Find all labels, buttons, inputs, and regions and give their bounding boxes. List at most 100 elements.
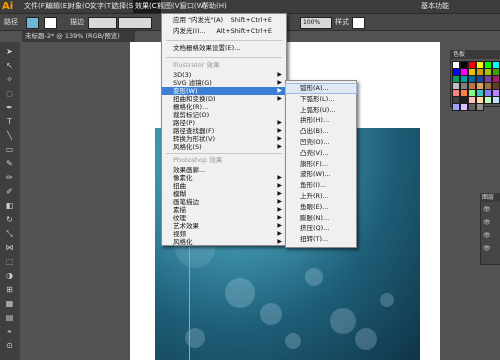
menu-bar: Ai 基本功能 文件(F) 编辑(E) 对象(O) 文字(T) 选择(S) 效果(C) 视图… [0,0,500,14]
menu-item-label: 弧形(A)... [300,84,329,92]
warp-item[interactable]: 旗形(F)... [286,160,356,169]
illustrator-effect-item[interactable]: 风格化(S) ▶ [162,143,286,151]
visibility-eye-icon[interactable]: 👁 [483,231,493,240]
raster-settings-item[interactable]: 文档栅格效果设置(E)... [162,44,286,53]
eraser-tool-icon[interactable]: ◧ [4,200,15,211]
rotate-tool-icon[interactable]: ↻ [4,214,15,225]
warp-item[interactable]: 波形(W)... [286,170,356,179]
fill-swatch[interactable] [26,17,39,29]
illustrator-effects-header: Illustrator 效果 [173,61,220,69]
workspace-switcher[interactable]: 基本功能 [419,0,451,13]
photoshop-effect-item[interactable]: 视频 ▶ [162,230,286,238]
magic-wand-tool-icon[interactable]: ✧ [4,74,15,85]
color-swatch[interactable] [460,103,468,111]
color-swatch[interactable] [468,103,476,111]
eyedropper-tool-icon[interactable]: ⌖ [4,326,15,337]
free-transform-tool-icon[interactable]: ⬚ [4,256,15,267]
warp-item[interactable]: 凸壳(V)... [286,149,356,158]
warp-item[interactable]: 弧形(A)... [285,83,357,94]
warp-item[interactable]: 凹壳(O)... [286,138,356,147]
warp-item[interactable]: 上升(R)... [286,192,356,201]
photoshop-effect-item[interactable]: 扭曲 ▶ [162,182,286,190]
mesh-tool-icon[interactable]: ▦ [4,298,15,309]
swatches-panel-title[interactable]: 色板 [450,50,500,59]
illustrator-effect-item[interactable]: 路径查找器(F) ▶ [162,127,286,135]
warp-item[interactable]: 挤压(Q)... [286,224,356,233]
color-swatch[interactable] [476,103,484,111]
photoshop-effect-item[interactable]: 画笔描边 ▶ [162,198,286,206]
menu-8[interactable]: 帮助(H) [200,0,229,13]
perspective-grid-tool-icon[interactable]: ⊞ [4,284,15,295]
selection-tool-icon[interactable]: ➤ [4,46,15,57]
scale-tool-icon[interactable]: ⤡ [4,228,15,239]
warp-item[interactable]: 膨胀(N)... [286,214,356,223]
illustrator-effect-item[interactable]: 3D(3) ▶ [162,71,286,79]
menu-item-shortcut: Alt+Shift+Ctrl+E [216,27,272,35]
warp-item[interactable]: 扭转(T)... [286,235,356,244]
style-label: 样式 [335,18,349,26]
submenu-arrow-icon: ▶ [277,79,282,86]
blob-brush-tool-icon[interactable]: ✐ [4,186,15,197]
visibility-eye-icon[interactable]: 👁 [483,244,493,253]
document-tab[interactable]: 未标题-2* @ 139% (RGB/预览) [22,31,135,42]
photoshop-effect-item[interactable]: 纹理 ▶ [162,214,286,222]
menu-item-label: 3D(3) [173,71,192,79]
stroke-label: 描边 [70,18,84,26]
lasso-tool-icon[interactable]: ◌ [4,88,15,99]
pencil-tool-icon[interactable]: ✏ [4,172,15,183]
illustrator-effect-item[interactable]: 栅格化(R)... [162,103,286,111]
photoshop-effect-item[interactable]: 像素化 ▶ [162,174,286,182]
warp-item[interactable]: 鱼形(I)... [286,181,356,190]
direct-selection-tool-icon[interactable]: ↖ [4,60,15,71]
layers-panel-title[interactable]: 图层 [480,193,500,202]
stroke-weight-field[interactable] [88,17,117,29]
menu-item-label: 像素化 [173,174,193,182]
shape-builder-tool-icon[interactable]: ◑ [4,270,15,281]
menu-item-label: 扭转(T)... [300,235,329,244]
illustrator-effect-item[interactable]: 变形(W) ▶ [162,87,286,95]
menu-item-label: SVG 滤镜(G) [173,79,212,87]
stroke-swatch[interactable] [44,17,57,29]
illustrator-effect-item[interactable]: 裁剪标记(O) [162,111,286,119]
illustrator-effect-item[interactable]: 转换为形状(V) ▶ [162,135,286,143]
photoshop-effect-item[interactable]: 艺术效果 ▶ [162,222,286,230]
pen-tool-icon[interactable]: ✒ [4,102,15,113]
warp-item[interactable]: 凸出(B)... [286,127,356,136]
color-swatch[interactable] [484,96,492,104]
illustrator-effect-item[interactable]: 扭曲和变换(D) ▶ [162,95,286,103]
photoshop-effect-item[interactable]: 风格化 ▶ [162,238,286,246]
warp-item[interactable]: 拱形(H)... [286,116,356,125]
effect-menu-item[interactable]: 应用 "内发光"(A) Shift+Ctrl+E [162,16,286,25]
paintbrush-tool-icon[interactable]: ✎ [4,158,15,169]
blend-tool-icon[interactable]: ⊙ [4,340,15,351]
visibility-eye-icon[interactable]: 👁 [483,205,493,214]
photoshop-effect-item[interactable]: 效果画廊... [162,166,286,174]
menu-item-label: 风格化 [173,238,193,246]
menu-item-label: 鱼形(I)... [300,181,327,190]
effect-menu-item[interactable]: 内发光(I)... Alt+Shift+Ctrl+E [162,27,286,36]
warp-submenu: 弧形(A)... 下弧形(L)... 上弧形(U)... 拱形(H)... 凸出(B).… [285,80,357,248]
warp-item[interactable]: 上弧形(U)... [286,106,356,115]
gradient-tool-icon[interactable]: ▤ [4,312,15,323]
warp-item[interactable]: 鱼眼(E)... [286,203,356,212]
warp-item[interactable]: 下弧形(L)... [286,95,356,104]
width-tool-icon[interactable]: ⋈ [4,242,15,253]
menu-item-label: 变形(W) [173,87,198,95]
visibility-eye-icon[interactable]: 👁 [483,218,493,227]
color-swatch[interactable] [452,103,460,111]
line-tool-icon[interactable]: ╲ [4,130,15,141]
style-swatch[interactable] [352,17,365,29]
profile-dropdown[interactable] [118,17,152,29]
menu-item-label: 鱼眼(E)... [300,202,329,211]
photoshop-effect-item[interactable]: 模糊 ▶ [162,190,286,198]
illustrator-effect-item[interactable]: SVG 滤镜(G) ▶ [162,79,286,87]
opacity-field[interactable]: 100% [300,17,332,29]
illustrator-effect-item[interactable]: 路径(P) ▶ [162,119,286,127]
submenu-arrow-icon: ▶ [277,198,282,205]
type-tool-icon[interactable]: T [4,116,15,127]
color-swatch[interactable] [492,96,500,104]
rectangle-tool-icon[interactable]: ▭ [4,144,15,155]
photoshop-effect-item[interactable]: 素描 ▶ [162,206,286,214]
submenu-arrow-icon: ▶ [277,119,282,126]
submenu-arrow-icon: ▶ [277,222,282,229]
